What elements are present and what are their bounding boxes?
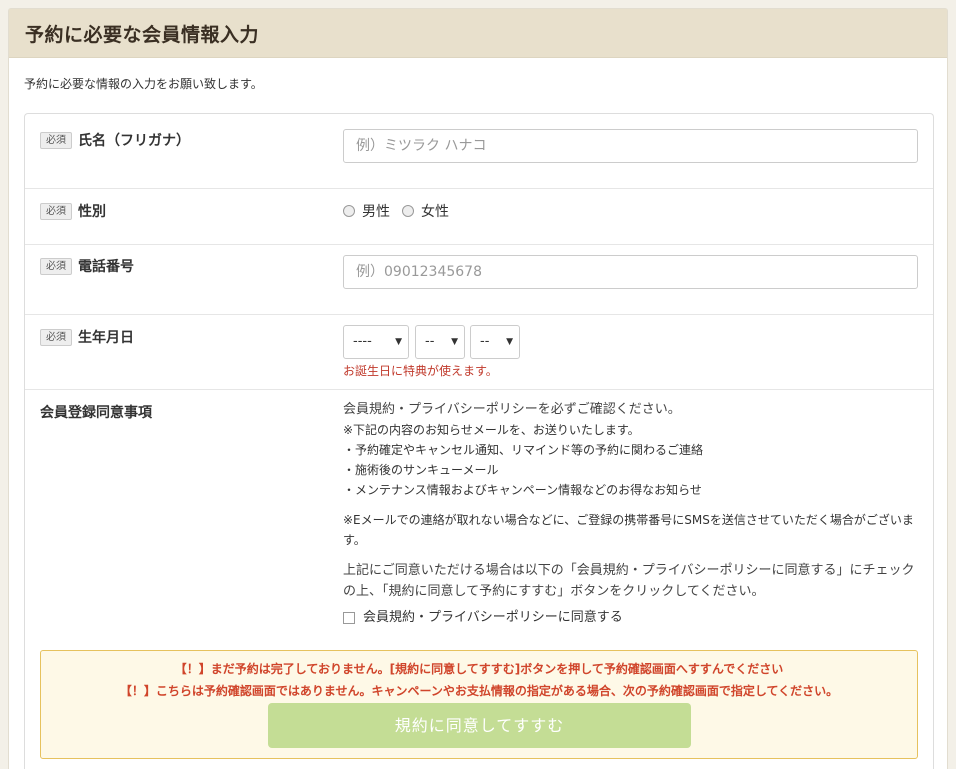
warning-box: 【！】まだ予約は完了しておりません。[規約に同意してすすむ]ボタンを押して予約確… — [40, 650, 918, 759]
gender-radio-group: 男性 女性 — [343, 201, 461, 221]
birth-month-select[interactable]: -- ▼ — [415, 325, 465, 359]
agree-and-proceed-button[interactable]: 規約に同意してすすむ — [268, 703, 691, 748]
phone-label: 必須 電話番号 — [40, 256, 134, 276]
agree-checkbox-label: 会員規約・プライバシーポリシーに同意する — [363, 610, 623, 625]
page-title: 予約に必要な会員情報入力 — [25, 23, 260, 46]
radio-female[interactable] — [402, 205, 414, 217]
panel-header: 予約に必要な会員情報入力 — [9, 9, 947, 58]
required-badge: 必須 — [40, 202, 72, 220]
birth-day-value: -- — [480, 334, 490, 349]
terms-line-4: ・メンテナンス情報およびキャンペーン情報などのお得なお知らせ — [343, 483, 702, 497]
row-gender: 必須 性別 男性 女性 — [25, 189, 933, 245]
required-badge: 必須 — [40, 328, 72, 346]
birth-day-select[interactable]: -- ▼ — [470, 325, 520, 359]
terms-label-text: 会員登録同意事項 — [40, 405, 152, 421]
gender-male-label: 男性 — [362, 204, 390, 220]
warning-line-2: 【！】こちらは予約確認画面ではありません。キャンペーンやお支払情報の指定がある場… — [119, 684, 839, 698]
row-birthday: 必須 生年月日 ---- ▼ -- ▼ -- ▼ お誕生日に特典が使えます。 — [25, 315, 933, 390]
birth-year-value: ---- — [353, 334, 372, 349]
furigana-input[interactable]: 例）ミツラク ハナコ — [343, 129, 918, 163]
row-phone: 必須 電話番号 例）09012345678 — [25, 245, 933, 315]
chevron-down-icon: ▼ — [395, 337, 402, 347]
warning-line-1: 【！】まだ予約は完了しておりません。[規約に同意してすすむ]ボタンを押して予約確… — [174, 662, 784, 676]
radio-male[interactable] — [343, 205, 355, 217]
row-furigana: 必須 氏名（フリガナ） 例）ミツラク ハナコ — [25, 114, 933, 189]
gender-female-label: 女性 — [421, 204, 449, 220]
birthday-note: お誕生日に特典が使えます。 — [343, 364, 498, 378]
terms-label: 会員登録同意事項 — [40, 402, 152, 422]
furigana-label-text: 氏名（フリガナ） — [78, 133, 190, 149]
furigana-label: 必須 氏名（フリガナ） — [40, 130, 190, 150]
agree-instruction: 上記にご同意いただける場合は以下の「会員規約・プライバシーポリシーに同意する」に… — [343, 563, 915, 599]
birthday-label-text: 生年月日 — [78, 330, 134, 346]
birth-month-value: -- — [425, 334, 435, 349]
form-box: 必須 氏名（フリガナ） 例）ミツラク ハナコ 必須 性別 男性 女性 必須 電話… — [24, 113, 934, 769]
member-info-panel: 予約に必要な会員情報入力 予約に必要な情報の入力をお願い致します。 必須 氏名（… — [8, 8, 948, 769]
birth-year-select[interactable]: ---- ▼ — [343, 325, 409, 359]
phone-label-text: 電話番号 — [78, 259, 134, 275]
birthday-label: 必須 生年月日 — [40, 327, 134, 347]
terms-line-3: ・施術後のサンキューメール — [343, 463, 499, 477]
required-badge: 必須 — [40, 131, 72, 149]
terms-content: 会員規約・プライバシーポリシーを必ずご確認ください。 ※下記の内容のお知らせメー… — [343, 400, 923, 628]
sms-note: ※Eメールでの連絡が取れない場合などに、ご登録の携帯番号にSMSを送信させていた… — [343, 513, 914, 547]
required-badge: 必須 — [40, 257, 72, 275]
gender-option-female[interactable]: 女性 — [402, 201, 449, 221]
intro-text: 予約に必要な情報の入力をお願い致します。 — [24, 77, 263, 91]
agree-checkbox-row[interactable]: 会員規約・プライバシーポリシーに同意する — [343, 608, 923, 628]
agree-checkbox[interactable] — [343, 612, 355, 624]
terms-line-1: ※下記の内容のお知らせメールを、お送りいたします。 — [343, 423, 640, 437]
terms-lead: 会員規約・プライバシーポリシーを必ずご確認ください。 — [343, 402, 681, 417]
terms-line-2: ・予約確定やキャンセル通知、リマインド等の予約に関わるご連絡 — [343, 443, 704, 457]
chevron-down-icon: ▼ — [451, 337, 458, 347]
gender-option-male[interactable]: 男性 — [343, 201, 390, 221]
gender-label-text: 性別 — [78, 204, 106, 220]
gender-label: 必須 性別 — [40, 201, 106, 221]
chevron-down-icon: ▼ — [506, 337, 513, 347]
phone-input[interactable]: 例）09012345678 — [343, 255, 918, 289]
